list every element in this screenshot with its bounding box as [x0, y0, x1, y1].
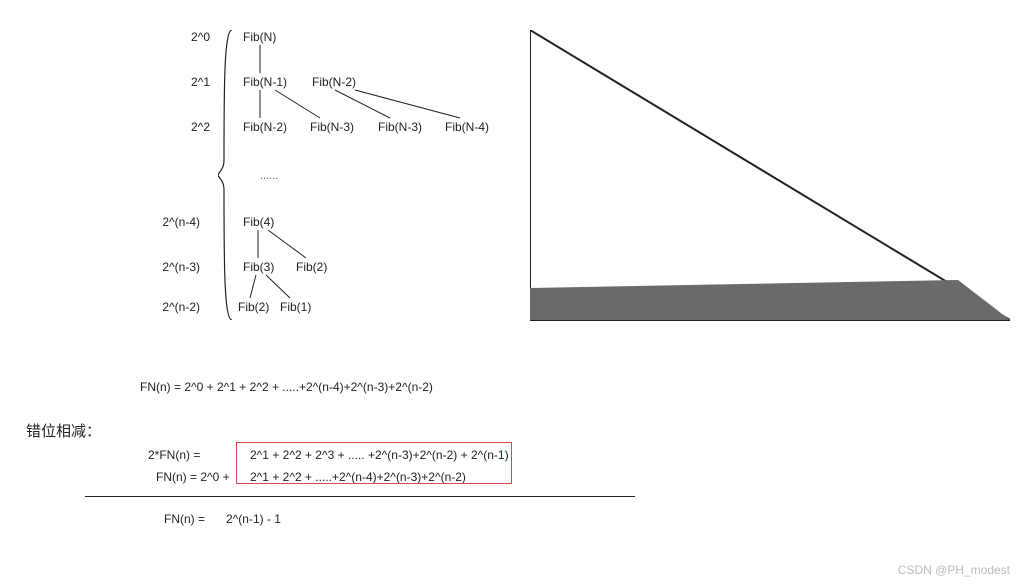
- watermark: CSDN @PH_modest: [898, 563, 1010, 577]
- triangle-figure: [530, 30, 1010, 330]
- section-title: 错位相减：: [26, 420, 101, 441]
- eq-2fn-label: 2*FN(n) =: [148, 448, 200, 462]
- eq-result-label: FN(n) =: [164, 512, 205, 526]
- equation-sum: FN(n) = 2^0 + 2^1 + 2^2 + .....+2^(n-4)+…: [140, 380, 433, 394]
- highlight-box: [236, 442, 512, 484]
- diagram-root: 2^0 2^1 2^2 2^(n-4) 2^(n-3) 2^(n-2) Fib(…: [0, 0, 1022, 585]
- eq-fn-label: FN(n) = 2^0 +: [156, 470, 230, 484]
- tree-connectors: [0, 0, 520, 330]
- divider-line: [85, 496, 635, 497]
- eq-result-expr: 2^(n-1) - 1: [226, 512, 281, 526]
